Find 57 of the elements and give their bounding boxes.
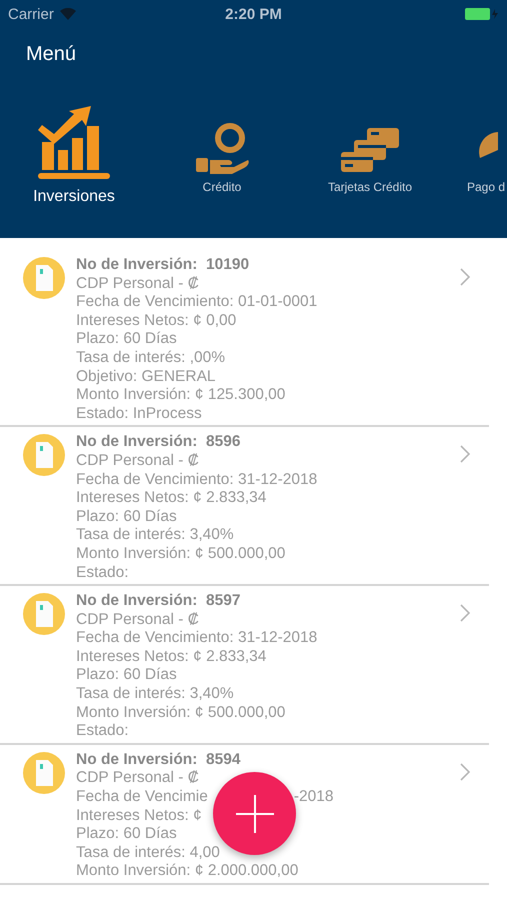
investment-number: No de Inversión: 8596 bbox=[76, 433, 242, 452]
detail-text: Tasa de interés: 3,40% bbox=[76, 526, 234, 545]
document-icon bbox=[22, 256, 66, 300]
chevron-right-icon bbox=[459, 762, 471, 781]
detail-text: Fecha de Vencimiento: 31-12-2018 bbox=[76, 470, 318, 490]
menu-tab[interactable]: Inversiones bbox=[0, 106, 148, 234]
investment-row[interactable]: No de Inversión: 8596 CDP Personal - ₡ Fecha de Vencimiento: 31-12-2018 Intereses Netos: ¢ 2.833,34 Plazo: 60 Días Tasa de interés: 3,40% Monto Inversión: ¢ 500.000,00 Estado: bbox=[0, 427, 489, 586]
battery-icon bbox=[464, 8, 499, 20]
detail-text: Tasa de interés: ,00% bbox=[76, 348, 226, 368]
detail-text: Tasa de interés: 3,40% bbox=[76, 685, 234, 704]
detail-text: CDP Personal - ₡ bbox=[76, 769, 199, 788]
chevron-right-icon bbox=[459, 604, 471, 622]
investment-number: No de Inversión: 8597 bbox=[76, 592, 242, 611]
detail-text: CDP Personal - ₡ bbox=[76, 274, 199, 294]
plus-icon bbox=[236, 794, 274, 832]
detail-text: Plazo: 60 Días bbox=[76, 666, 177, 686]
detail-text: Fecha de Vencimiento: 01-01-0001 bbox=[76, 293, 318, 312]
detail-text: Monto Inversión: ¢ 125.300,00 bbox=[76, 386, 286, 405]
detail-text: Intereses Netos: ¢ bbox=[76, 806, 202, 826]
detail-text: Fecha de Vencimiento: 31-12-2018 bbox=[76, 629, 318, 648]
detail-text: Monto Inversión: ¢ 2.000.000,00 bbox=[76, 862, 298, 881]
detail-text: Monto Inversión: ¢ 500.000,00 bbox=[76, 704, 286, 722]
detail-text: Estado: bbox=[76, 564, 129, 582]
menu-title: Menú bbox=[25, 42, 78, 67]
detail-text: Plazo: 60 Días bbox=[76, 330, 177, 349]
status-time: 2:20 PM bbox=[225, 6, 282, 22]
wifi-icon bbox=[60, 8, 76, 20]
detail-text: Intereses Netos: ¢ 2.833,34 bbox=[76, 648, 266, 666]
detail-text: -2018 bbox=[294, 788, 334, 807]
detail-text: Intereses Netos: ¢ 2.833,34 bbox=[76, 489, 266, 508]
investment-row[interactable]: No de Inversión: 10190 CDP Personal - ₡ Fecha de Vencimiento: 01-01-0001 Intereses Netos: ¢ 0,00 Plazo: 60 Días Tasa de interés: ,00% Objetivo: GENERAL Monto Inversión: ¢ 125.300,00 Estado: InProcess bbox=[0, 250, 489, 428]
investment-number: No de Inversión: 8594 bbox=[76, 750, 242, 770]
detail-text: Estado: bbox=[76, 722, 129, 741]
chevron-right-icon bbox=[459, 268, 471, 286]
detail-text: CDP Personal - ₡ bbox=[76, 610, 199, 630]
detail-text: Monto Inversión: ¢ 500.000,00 bbox=[76, 544, 286, 564]
growth-chart-icon bbox=[36, 106, 112, 180]
investment-row[interactable]: No de Inversión: 8597 CDP Personal - ₡ Fecha de Vencimiento: 31-12-2018 Intereses Netos: ¢ 2.833,34 Plazo: 60 Días Tasa de interés: 3,40% Monto Inversión: ¢ 500.000,00 Estado: bbox=[0, 586, 489, 745]
detail-text: Plazo: 60 Días bbox=[76, 825, 177, 844]
detail-text: Fecha de Vencimie bbox=[76, 788, 208, 807]
detail-text: Estado: InProcess bbox=[76, 404, 202, 424]
menu-tab[interactable]: Crédito bbox=[148, 122, 296, 234]
document-icon bbox=[22, 750, 66, 795]
investment-number: No de Inversión: 10190 bbox=[76, 256, 250, 275]
menu-tab[interactable]: Pago d bbox=[444, 128, 507, 234]
detail-text: CDP Personal - ₡ bbox=[76, 452, 199, 471]
document-icon bbox=[22, 433, 66, 478]
carrier-label: Carrier bbox=[8, 6, 54, 22]
menu-tab[interactable]: Tarjetas Crédito bbox=[296, 128, 444, 234]
chevron-right-icon bbox=[459, 445, 471, 464]
document-icon bbox=[22, 592, 66, 636]
detail-text: Plazo: 60 Días bbox=[76, 508, 177, 526]
detail-text: Objetivo: GENERAL bbox=[76, 368, 216, 386]
detail-text: Tasa de interés: 4,00 bbox=[76, 844, 220, 862]
detail-text: Intereses Netos: ¢ 0,00 bbox=[76, 312, 236, 330]
hand-coin-icon bbox=[194, 122, 250, 174]
cards-icon bbox=[341, 128, 399, 174]
